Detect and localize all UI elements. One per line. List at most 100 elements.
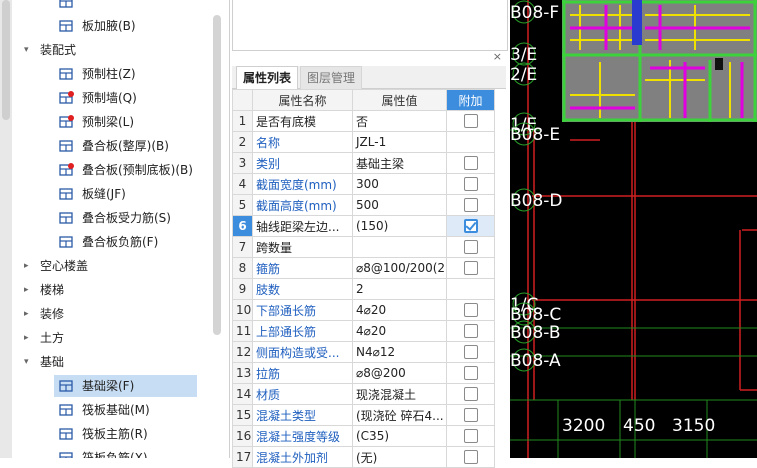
property-row[interactable]: 1 是否有底模否 bbox=[232, 110, 495, 132]
attach-cell bbox=[446, 446, 495, 468]
tree-group[interactable]: ▸ 装修 bbox=[24, 303, 214, 325]
property-row[interactable]: 16 混凝土强度等级 (C35) bbox=[232, 425, 495, 447]
close-icon[interactable]: × bbox=[493, 50, 502, 63]
chevron-right-icon[interactable]: ▸ bbox=[24, 255, 29, 277]
property-name: 混凝土类型 bbox=[252, 404, 353, 426]
attach-cell bbox=[446, 320, 495, 342]
property-value[interactable]: (无) bbox=[352, 446, 447, 468]
property-row[interactable]: 4 截面宽度(mm) 300 bbox=[232, 173, 495, 195]
property-value[interactable]: ⌀8@200 bbox=[352, 362, 447, 384]
tree-item-label: 基础梁(F) bbox=[82, 379, 135, 393]
row-index: 17 bbox=[232, 446, 253, 468]
property-row[interactable]: 13 拉筋 ⌀8@200 bbox=[232, 362, 495, 384]
property-table-header: 属性名称 属性值 附加 bbox=[232, 89, 495, 111]
tree-item[interactable]: 预制墙(Q) bbox=[58, 87, 208, 109]
attach-checkbox[interactable] bbox=[463, 450, 478, 465]
property-row[interactable]: 15 混凝土类型 (现浇砼 碎石4... bbox=[232, 404, 495, 426]
property-value[interactable] bbox=[352, 236, 447, 258]
tab-layer-management[interactable]: 图层管理 bbox=[300, 66, 363, 90]
tree-group[interactable]: ▸ 楼梯 bbox=[24, 279, 214, 301]
property-value[interactable]: JZL-1 bbox=[352, 131, 447, 153]
tree-item[interactable] bbox=[58, 0, 208, 13]
attach-checkbox[interactable] bbox=[463, 261, 478, 276]
left-edge-scrollbar[interactable] bbox=[0, 0, 12, 458]
tree-item[interactable]: 板缝(JF) bbox=[58, 183, 208, 205]
property-panel: × 属性列表 图层管理 属性名称 属性值 附加 1 是否有底模否 2 名称 JZL-1 3… bbox=[229, 0, 732, 468]
attach-checkbox[interactable] bbox=[463, 429, 478, 444]
property-value[interactable]: 基础主梁 bbox=[352, 152, 447, 174]
attach-checkbox[interactable] bbox=[463, 240, 478, 255]
tree-item[interactable]: 预制梁(L) bbox=[58, 111, 208, 133]
attach-checkbox[interactable] bbox=[463, 408, 478, 423]
property-row[interactable]: 6 轴线距梁左边... (150) bbox=[232, 215, 495, 237]
tree-item[interactable]: 叠合板(预制底板)(B) bbox=[58, 159, 208, 181]
attach-checkbox[interactable] bbox=[463, 387, 478, 402]
property-row[interactable]: 3 类别 基础主梁 bbox=[232, 152, 495, 174]
property-value[interactable]: 4⌀20 bbox=[352, 299, 447, 321]
attach-checkbox[interactable] bbox=[463, 198, 478, 213]
property-row[interactable]: 2 名称 JZL-1 bbox=[232, 131, 495, 153]
attach-checkbox[interactable] bbox=[463, 177, 478, 192]
chevron-right-icon[interactable]: ▸ bbox=[24, 279, 29, 301]
header-property-name: 属性名称 bbox=[252, 89, 353, 111]
tree-item[interactable]: 叠合板受力筋(S) bbox=[58, 207, 208, 229]
attach-checkbox[interactable] bbox=[463, 114, 478, 129]
property-value[interactable]: (现浇砼 碎石4... bbox=[352, 404, 447, 426]
tree-item[interactable]: 叠合板负筋(F) bbox=[58, 231, 208, 253]
tree-group[interactable]: ▾ 基础 bbox=[24, 351, 214, 373]
property-row[interactable]: 11 上部通长筋 4⌀20 bbox=[232, 320, 495, 342]
tree-item[interactable]: 筏板基础(M) bbox=[58, 399, 208, 421]
property-value[interactable]: 4⌀20 bbox=[352, 320, 447, 342]
tree-item[interactable]: 叠合板(整厚)(B) bbox=[58, 135, 208, 157]
attach-checkbox[interactable] bbox=[463, 345, 478, 360]
row-index: 15 bbox=[232, 404, 253, 426]
property-name: 箍筋 bbox=[252, 257, 353, 279]
attach-cell bbox=[446, 131, 495, 153]
property-value[interactable]: (C35) bbox=[352, 425, 447, 447]
axis-label: B08-F bbox=[510, 3, 559, 23]
chevron-right-icon[interactable]: ▸ bbox=[24, 327, 29, 349]
tree-group[interactable]: ▾ 装配式 bbox=[24, 39, 214, 61]
property-value[interactable]: 300 bbox=[352, 173, 447, 195]
cad-drawing-canvas[interactable]: B08-F 3/E 2/E 1/E B08-E B08-D 1/C B08-C B08-B B08… bbox=[510, 0, 757, 458]
chevron-down-icon[interactable]: ▾ bbox=[24, 39, 29, 61]
property-row[interactable]: 9 肢数 2 bbox=[232, 278, 495, 300]
chevron-right-icon[interactable]: ▸ bbox=[24, 303, 29, 325]
property-row[interactable]: 7 跨数量 bbox=[232, 236, 495, 258]
attach-checkbox[interactable] bbox=[463, 156, 478, 171]
tree-item-label: 预制柱(Z) bbox=[82, 67, 136, 81]
property-row[interactable]: 5 截面高度(mm) 500 bbox=[232, 194, 495, 216]
property-row[interactable]: 8 箍筋 ⌀8@100/200(2) bbox=[232, 257, 495, 279]
property-value[interactable]: N4⌀12 bbox=[352, 341, 447, 363]
property-value[interactable]: 现浇混凝土 bbox=[352, 383, 447, 405]
row-index: 14 bbox=[232, 383, 253, 405]
chevron-down-icon[interactable]: ▾ bbox=[24, 351, 29, 373]
property-value[interactable]: 500 bbox=[352, 194, 447, 216]
tree-scrollbar[interactable] bbox=[213, 15, 221, 335]
property-row[interactable]: 14 材质 现浇混凝土 bbox=[232, 383, 495, 405]
property-name: 轴线距梁左边... bbox=[252, 215, 353, 237]
tree-group[interactable]: ▸ 土方 bbox=[24, 327, 214, 349]
tree-item[interactable]: 板加腋(B) bbox=[58, 15, 208, 37]
attach-checkbox[interactable] bbox=[463, 324, 478, 339]
row-index: 12 bbox=[232, 341, 253, 363]
tree-group[interactable]: ▸ 空心楼盖 bbox=[24, 255, 214, 277]
property-value[interactable]: 否 bbox=[352, 110, 447, 132]
tree-item[interactable]: 筏板主筋(R) bbox=[58, 423, 208, 445]
property-row[interactable]: 17 混凝土外加剂 (无) bbox=[232, 446, 495, 468]
property-value[interactable]: (150) bbox=[352, 215, 447, 237]
tree-item[interactable]: 预制柱(Z) bbox=[58, 63, 208, 85]
attach-cell bbox=[446, 173, 495, 195]
tree-item-selected[interactable]: 基础梁(F) bbox=[54, 375, 197, 397]
tab-property-list[interactable]: 属性列表 bbox=[236, 66, 299, 90]
attach-cell bbox=[446, 152, 495, 174]
property-value[interactable]: 2 bbox=[352, 278, 447, 300]
tree-item[interactable]: 筏板负筋(X) bbox=[58, 447, 208, 458]
property-value[interactable]: ⌀8@100/200(2) bbox=[352, 257, 447, 279]
attach-checkbox[interactable] bbox=[463, 219, 478, 234]
attach-checkbox[interactable] bbox=[463, 303, 478, 318]
attach-checkbox[interactable] bbox=[463, 366, 478, 381]
property-row[interactable]: 12 侧面构造或受... N4⌀12 bbox=[232, 341, 495, 363]
property-row[interactable]: 10 下部通长筋 4⌀20 bbox=[232, 299, 495, 321]
attach-cell bbox=[446, 362, 495, 384]
